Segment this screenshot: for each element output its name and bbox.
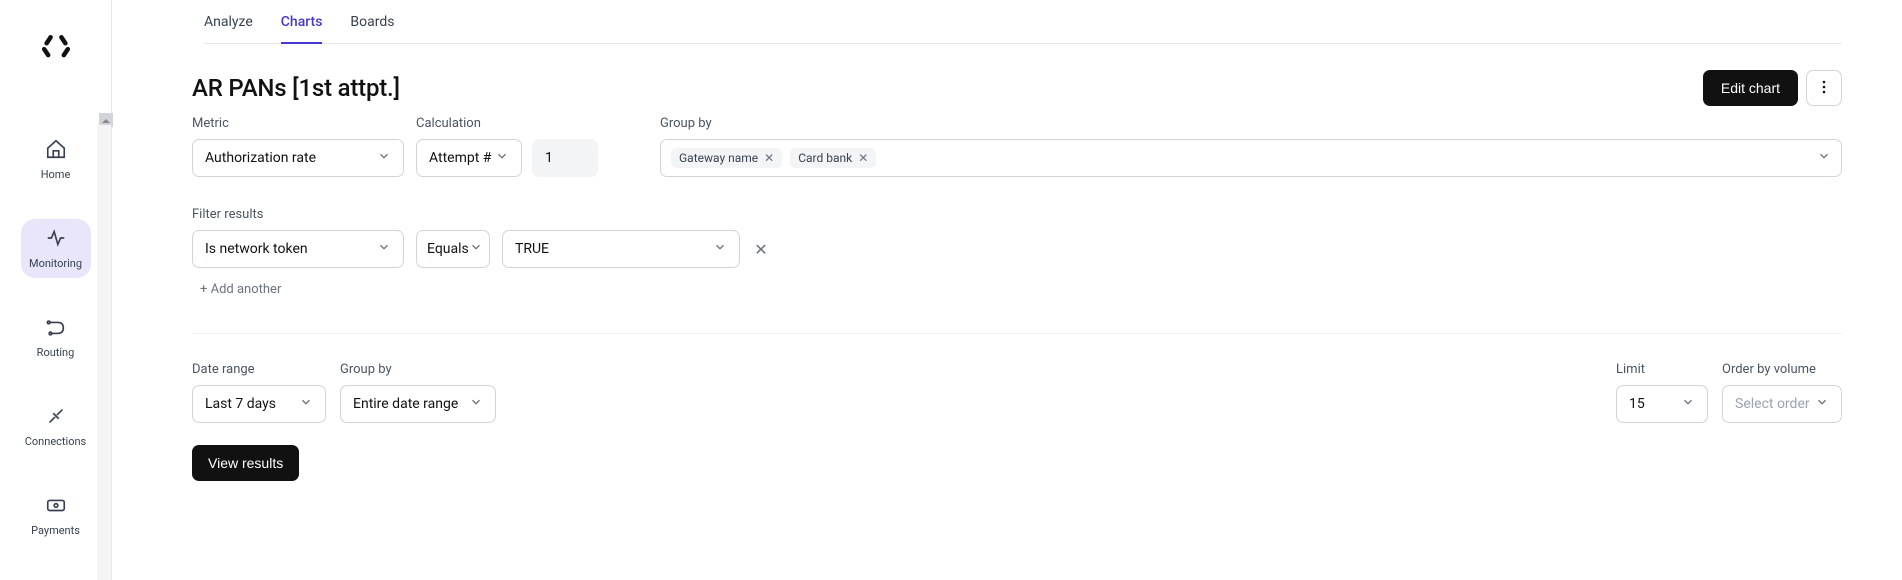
chart-title: AR PANs [1st attpt.] xyxy=(192,74,400,102)
add-filter-button[interactable]: + Add another xyxy=(192,282,1842,297)
calculation-number-input[interactable]: 1 xyxy=(532,139,598,177)
main-content: Analyze Charts Boards AR PANs [1st attpt… xyxy=(112,0,1902,580)
filter-field-value: Is network token xyxy=(205,241,308,257)
filter-value: TRUE xyxy=(515,241,549,257)
chevron-down-icon xyxy=(469,395,483,413)
sidebar: Home Monitoring Routing Connections Paym… xyxy=(0,0,112,580)
plug-icon xyxy=(45,405,67,431)
chevron-down-icon xyxy=(299,395,313,413)
tab-analyze[interactable]: Analyze xyxy=(204,14,253,43)
route-icon xyxy=(45,316,67,342)
calculation-label: Calculation xyxy=(416,116,598,131)
calculation-value: Attempt # xyxy=(429,150,491,166)
tab-boards[interactable]: Boards xyxy=(350,14,394,43)
sidebar-item-payments[interactable]: Payments xyxy=(21,486,91,545)
activity-icon xyxy=(45,227,67,253)
divider xyxy=(192,333,1842,334)
close-icon[interactable]: ✕ xyxy=(858,151,868,165)
more-vertical-icon xyxy=(1816,79,1832,98)
order-select[interactable]: Select order xyxy=(1722,385,1842,423)
edit-chart-button[interactable]: Edit chart xyxy=(1703,70,1798,106)
sidebar-item-label: Monitoring xyxy=(29,257,82,270)
chevron-down-icon xyxy=(377,149,391,167)
sidebar-item-home[interactable]: Home xyxy=(21,130,91,189)
home-icon xyxy=(45,138,67,164)
sidebar-item-label: Home xyxy=(41,168,71,181)
tag-label: Gateway name xyxy=(679,151,758,165)
calculation-select[interactable]: Attempt # xyxy=(416,139,522,177)
limit-value: 15 xyxy=(1629,396,1645,412)
groupby-label: Group by xyxy=(660,116,1842,131)
sidebar-item-label: Payments xyxy=(31,524,80,537)
order-label: Order by volume xyxy=(1722,362,1842,377)
chevron-down-icon xyxy=(1817,149,1831,167)
date-range-value: Last 7 days xyxy=(205,396,276,412)
groupby-tag: Gateway name ✕ xyxy=(671,148,782,168)
filter-op-value: Equals xyxy=(427,241,469,257)
close-icon: ✕ xyxy=(754,240,767,259)
filter-field-select[interactable]: Is network token xyxy=(192,230,404,268)
groupby2-label: Group by xyxy=(340,362,496,377)
remove-filter-button[interactable]: ✕ xyxy=(752,240,770,258)
filter-value-select[interactable]: TRUE xyxy=(502,230,740,268)
limit-label: Limit xyxy=(1616,362,1708,377)
chevron-down-icon xyxy=(1815,395,1829,413)
chevron-down-icon xyxy=(1681,395,1695,413)
groupby-tag: Card bank ✕ xyxy=(790,148,876,168)
more-actions-button[interactable] xyxy=(1806,70,1842,106)
filter-op-select[interactable]: Equals xyxy=(416,230,490,268)
groupby-select[interactable]: Gateway name ✕ Card bank ✕ xyxy=(660,139,1842,177)
tag-label: Card bank xyxy=(798,151,852,165)
tab-charts[interactable]: Charts xyxy=(281,14,323,44)
sidebar-item-connections[interactable]: Connections xyxy=(21,397,91,456)
metric-select[interactable]: Authorization rate xyxy=(192,139,404,177)
chevron-down-icon xyxy=(495,149,509,167)
metric-label: Metric xyxy=(192,116,404,131)
filter-label: Filter results xyxy=(192,207,263,222)
chevron-down-icon xyxy=(713,240,727,258)
date-range-label: Date range xyxy=(192,362,326,377)
close-icon[interactable]: ✕ xyxy=(764,151,774,165)
limit-select[interactable]: 15 xyxy=(1616,385,1708,423)
sidebar-scrollbar[interactable] xyxy=(97,125,111,580)
sidebar-item-label: Connections xyxy=(25,435,86,448)
order-placeholder: Select order xyxy=(1735,396,1810,412)
tabs: Analyze Charts Boards xyxy=(204,0,1842,44)
sidebar-item-monitoring[interactable]: Monitoring xyxy=(21,219,91,278)
chevron-down-icon xyxy=(469,240,483,258)
date-range-select[interactable]: Last 7 days xyxy=(192,385,326,423)
groupby2-select[interactable]: Entire date range xyxy=(340,385,496,423)
chevron-down-icon xyxy=(377,240,391,258)
sidebar-item-label: Routing xyxy=(37,346,75,359)
metric-value: Authorization rate xyxy=(205,150,316,166)
payment-icon xyxy=(45,494,67,520)
calculation-number: 1 xyxy=(545,150,553,166)
groupby2-value: Entire date range xyxy=(353,396,458,412)
sidebar-item-routing[interactable]: Routing xyxy=(21,308,91,367)
view-results-button[interactable]: View results xyxy=(192,445,299,481)
logo xyxy=(38,30,74,70)
